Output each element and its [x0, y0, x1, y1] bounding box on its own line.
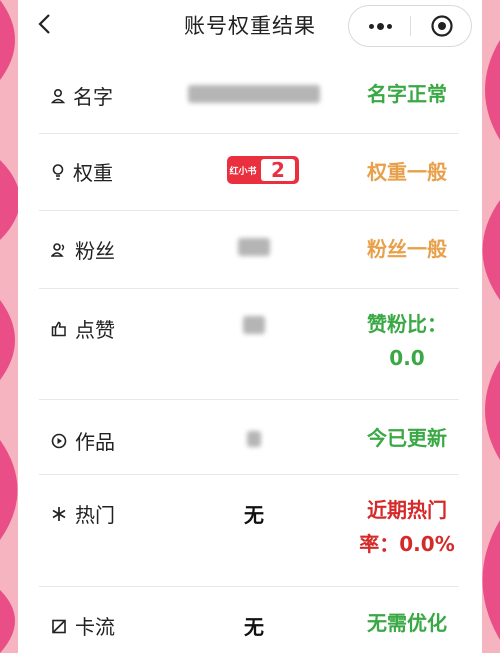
table-row-hot: 热门 无 近期热门 率：0.0% — [39, 475, 459, 587]
mini-program-capsule — [348, 5, 472, 47]
row-label: 名字 — [51, 81, 113, 110]
row-value: 无 — [244, 615, 264, 639]
row-label-text: 热门 — [75, 503, 115, 527]
badge-value: 2 — [261, 159, 295, 181]
table-row-weight: 权重 红小书 2 权重一般 — [39, 134, 459, 211]
row-label: 权重 — [51, 157, 113, 186]
table-row-works: 作品 今已更新 — [39, 400, 459, 475]
row-label: 热门 — [51, 499, 115, 528]
table-row-throttle: 卡流 无 无需优化 — [39, 587, 459, 653]
blurred-likes-count — [243, 316, 265, 334]
more-options-icon[interactable] — [349, 6, 411, 46]
row-label: 点赞 — [51, 314, 115, 343]
navigation-bar: 账号权重结果 — [18, 0, 482, 56]
weight-level-badge: 红小书 2 — [227, 156, 299, 184]
row-status: 近期热门 率：0.0% — [359, 498, 455, 556]
limit-icon — [51, 618, 67, 634]
row-label-text: 点赞 — [75, 318, 115, 342]
row-label-text: 权重 — [73, 161, 113, 185]
lightbulb-icon — [51, 163, 65, 181]
person-icon — [51, 88, 65, 104]
table-row-likes: 点赞 赞粉比： 0.0 — [39, 289, 459, 400]
badge-brand: 红小书 — [229, 166, 257, 177]
row-value-obscured — [179, 84, 329, 108]
row-label-text: 作品 — [75, 430, 115, 454]
row-value-obscured — [179, 237, 329, 261]
row-label-text: 卡流 — [75, 615, 115, 639]
row-value-obscured — [179, 428, 329, 452]
row-value-obscured — [179, 315, 329, 339]
result-table: 名字 名字正常 权重 红小书 2 权重一般 粉丝 粉丝一般 点赞 赞粉比： 0.… — [39, 56, 459, 653]
table-row-fans: 粉丝 粉丝一般 — [39, 211, 459, 289]
row-status: 今已更新 — [367, 426, 447, 450]
close-target-icon[interactable] — [411, 6, 473, 46]
row-status: 名字正常 — [367, 82, 447, 106]
row-label: 作品 — [51, 426, 115, 455]
row-value: 无 — [244, 503, 264, 527]
row-status: 赞粉比： 0.0 — [367, 312, 447, 370]
row-status: 权重一般 — [367, 160, 447, 184]
row-label: 粉丝 — [51, 235, 115, 264]
row-label: 卡流 — [51, 611, 115, 640]
row-status: 无需优化 — [367, 611, 447, 635]
fans-icon — [51, 242, 67, 258]
blurred-fans-count — [238, 238, 270, 256]
blurred-works-count — [247, 431, 261, 447]
row-status: 粉丝一般 — [367, 237, 447, 261]
like-icon — [51, 321, 67, 337]
row-label-text: 名字 — [73, 85, 113, 109]
row-label-text: 粉丝 — [75, 239, 115, 263]
star-icon — [51, 506, 67, 522]
blurred-username — [188, 85, 320, 103]
result-card: 账号权重结果 名字 名字正常 权重 红小书 2 权重一般 粉丝 粉丝一般 点赞 … — [18, 0, 482, 653]
play-icon — [51, 433, 67, 449]
table-row-name: 名字 名字正常 — [39, 56, 459, 134]
